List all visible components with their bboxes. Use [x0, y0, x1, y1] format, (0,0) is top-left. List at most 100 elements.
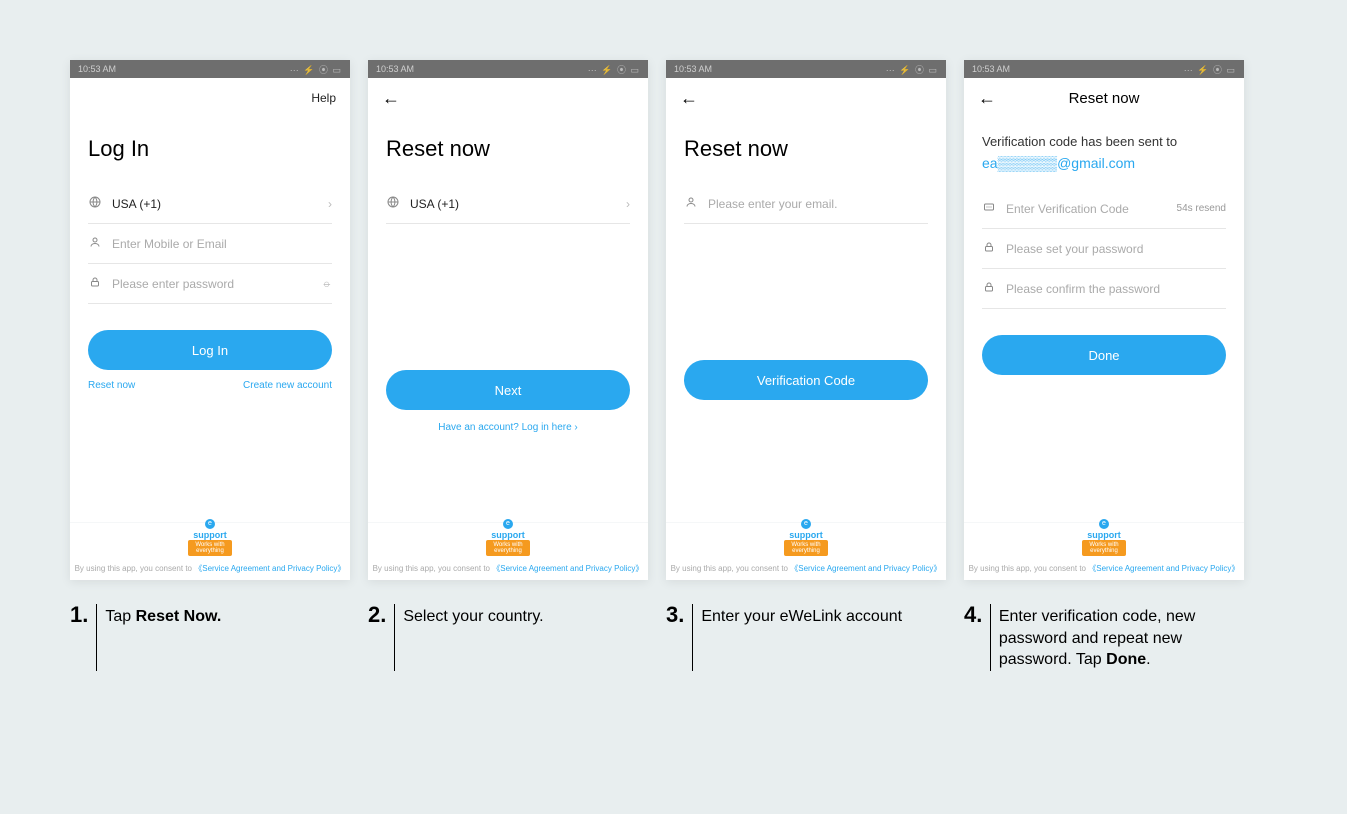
lock-icon [982, 281, 996, 296]
status-time: 10:53 AM [78, 64, 116, 74]
status-bar: 10:53 AM ⋯ ⚡ ⦿ ▭ [70, 60, 350, 78]
caption-number: 1. [70, 604, 88, 626]
login-button[interactable]: Log In [88, 330, 332, 370]
back-icon[interactable]: ← [680, 88, 698, 109]
caption-number: 3. [666, 604, 684, 626]
caption-1: 1. Tap Reset Now. [70, 604, 350, 671]
help-link[interactable]: Help [311, 91, 336, 105]
status-bar: 10:53 AM ⋯ ⚡ ⦿ ▭ [964, 60, 1244, 78]
chevron-right-icon: › [328, 197, 332, 211]
person-icon [88, 236, 102, 251]
status-time: 10:53 AM [674, 64, 712, 74]
page-title: Reset now [386, 136, 630, 162]
support-tag: Works with everything [1082, 540, 1126, 556]
status-icons: ⋯ ⚡ ⦿ ▭ [886, 63, 938, 76]
caption-text: Enter verification code, new password an… [999, 604, 1244, 671]
confirm-password-field[interactable]: Please confirm the password [982, 269, 1226, 309]
eye-icon[interactable]: ⦵ [322, 276, 332, 291]
reset-now-link[interactable]: Reset now [88, 380, 135, 391]
page-title: Reset now [684, 136, 928, 162]
screen-login: 10:53 AM ⋯ ⚡ ⦿ ▭ Help Log In USA (+1) › … [70, 60, 350, 580]
footer: e support Works with everything By using… [70, 490, 350, 580]
caption-text: Enter your eWeLink account [701, 604, 902, 628]
content: Reset now USA (+1) › Next Have an accoun… [368, 118, 648, 580]
back-icon[interactable]: ← [382, 88, 400, 109]
top-bar: ← Reset now [964, 78, 1244, 118]
verification-code-button[interactable]: Verification Code [684, 360, 928, 400]
done-button[interactable]: Done [982, 335, 1226, 375]
support-text: support [789, 530, 823, 540]
password-field[interactable]: Please enter password ⦵ [88, 264, 332, 304]
caption-text: Tap Reset Now. [105, 604, 221, 628]
policy-prefix: By using this app, you consent to [373, 564, 493, 573]
caption-2: 2. Select your country. [368, 604, 648, 671]
globe-icon [88, 196, 102, 211]
code-icon [982, 201, 996, 216]
policy-text: By using this app, you consent to 《Servi… [369, 563, 648, 574]
support-text: support [1087, 530, 1121, 540]
caption-pre: Tap [105, 608, 135, 625]
status-bar: 10:53 AM ⋯ ⚡ ⦿ ▭ [368, 60, 648, 78]
caption-4: 4. Enter verification code, new password… [964, 604, 1244, 671]
support-e-icon: e [205, 519, 215, 529]
top-bar: ← [368, 78, 648, 118]
captions-row: 1. Tap Reset Now. 2. Select your country… [0, 580, 1347, 671]
username-field[interactable]: Enter Mobile or Email [88, 224, 332, 264]
chevron-right-icon: › [626, 197, 630, 211]
code-field[interactable]: Enter Verification Code 54s resend [982, 189, 1226, 229]
policy-link[interactable]: 《Service Agreement and Privacy Policy》 [1088, 564, 1239, 573]
back-icon[interactable]: ← [978, 88, 996, 109]
content: Reset now Please enter your email. Verif… [666, 118, 946, 580]
support-badge: e support Works with everything [188, 519, 232, 555]
policy-text: By using this app, you consent to 《Servi… [667, 563, 946, 574]
support-text: support [193, 530, 227, 540]
content: Verification code has been sent to ea▒▒▒… [964, 118, 1244, 580]
caption-divider [394, 604, 395, 671]
caption-bold: Reset Now. [136, 608, 222, 625]
support-e-icon: e [801, 519, 811, 529]
password-placeholder: Please enter password [112, 277, 312, 291]
country-selector[interactable]: USA (+1) › [386, 184, 630, 224]
status-bar: 10:53 AM ⋯ ⚡ ⦿ ▭ [666, 60, 946, 78]
support-e-icon: e [1099, 519, 1109, 529]
sent-message: Verification code has been sent to [982, 134, 1226, 149]
policy-link[interactable]: 《Service Agreement and Privacy Policy》 [790, 564, 941, 573]
policy-prefix: By using this app, you consent to [969, 564, 1089, 573]
topbar-title: Reset now [964, 90, 1244, 107]
policy-link[interactable]: 《Service Agreement and Privacy Policy》 [194, 564, 345, 573]
status-icons: ⋯ ⚡ ⦿ ▭ [588, 63, 640, 76]
support-tag: Works with everything [486, 540, 530, 556]
email-field[interactable]: Please enter your email. [684, 184, 928, 224]
new-password-placeholder: Please set your password [1006, 242, 1226, 256]
support-text: support [491, 530, 525, 540]
caption-post: . [1146, 651, 1150, 668]
footer: e support Works with everything By using… [666, 490, 946, 580]
lock-icon [982, 241, 996, 256]
login-here-link[interactable]: Have an account? Log in here › [386, 422, 630, 433]
new-password-field[interactable]: Please set your password [982, 229, 1226, 269]
country-selector[interactable]: USA (+1) › [88, 184, 332, 224]
policy-link[interactable]: 《Service Agreement and Privacy Policy》 [492, 564, 643, 573]
lock-icon [88, 276, 102, 291]
page-title: Log In [88, 136, 332, 162]
support-tag: Works with everything [784, 540, 828, 556]
next-button[interactable]: Next [386, 370, 630, 410]
caption-divider [692, 604, 693, 671]
policy-prefix: By using this app, you consent to [671, 564, 791, 573]
support-badge: e support Works with everything [784, 519, 828, 555]
top-bar: Help [70, 78, 350, 118]
footer: e support Works with everything By using… [368, 490, 648, 580]
content: Log In USA (+1) › Enter Mobile or Email … [70, 118, 350, 580]
globe-icon [386, 196, 400, 211]
caption-number: 4. [964, 604, 982, 626]
policy-prefix: By using this app, you consent to [75, 564, 195, 573]
status-time: 10:53 AM [972, 64, 1010, 74]
caption-number: 2. [368, 604, 386, 626]
support-badge: e support Works with everything [486, 519, 530, 555]
caption-pre: Enter verification code, new password an… [999, 608, 1196, 668]
support-e-icon: e [503, 519, 513, 529]
caption-3: 3. Enter your eWeLink account [666, 604, 946, 671]
create-account-link[interactable]: Create new account [243, 380, 332, 391]
policy-text: By using this app, you consent to 《Servi… [965, 563, 1244, 574]
footer: e support Works with everything By using… [964, 490, 1244, 580]
